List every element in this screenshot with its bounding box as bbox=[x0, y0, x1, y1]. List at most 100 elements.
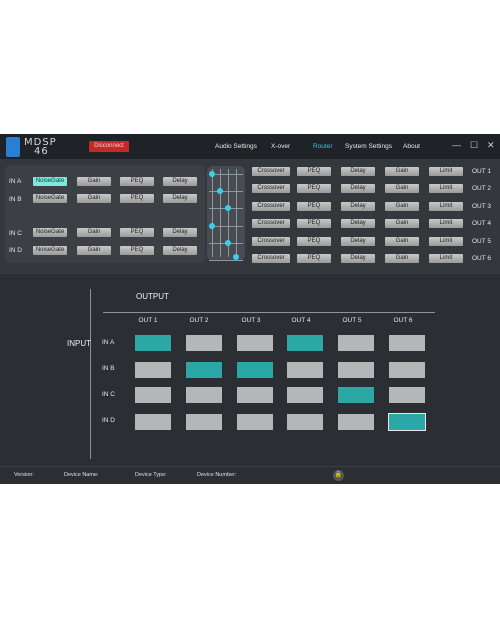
matrix-cell[interactable] bbox=[389, 387, 425, 403]
gain-button[interactable]: Gain bbox=[385, 202, 419, 211]
matrix-cell[interactable] bbox=[186, 362, 222, 378]
limit-button[interactable]: Limit bbox=[429, 184, 463, 193]
matrix-cell[interactable] bbox=[186, 335, 222, 351]
route-node-icon[interactable] bbox=[217, 188, 223, 194]
matrix-cell[interactable] bbox=[135, 414, 171, 430]
column-header: OUT 2 bbox=[189, 317, 209, 324]
tab-audio-settings[interactable]: Audio Settings bbox=[215, 143, 257, 150]
noisegate-button[interactable]: NoiseGate bbox=[33, 177, 67, 186]
gain-button[interactable]: Gain bbox=[385, 254, 419, 263]
peq-button[interactable]: PEQ bbox=[297, 167, 331, 176]
gain-button[interactable]: Gain bbox=[77, 177, 111, 186]
matrix-cell[interactable] bbox=[338, 362, 374, 378]
matrix-cell[interactable] bbox=[287, 387, 323, 403]
route-node-icon[interactable] bbox=[225, 240, 231, 246]
delay-button[interactable]: Delay bbox=[341, 254, 375, 263]
usb-icon bbox=[6, 137, 20, 157]
matrix-cell[interactable] bbox=[237, 414, 273, 430]
limit-button[interactable]: Limit bbox=[429, 254, 463, 263]
limit-button[interactable]: Limit bbox=[429, 219, 463, 228]
column-header: OUT 3 bbox=[241, 317, 261, 324]
delay-button[interactable]: Delay bbox=[341, 237, 375, 246]
matrix-cell[interactable] bbox=[388, 413, 426, 431]
gain-button[interactable]: Gain bbox=[385, 237, 419, 246]
matrix-cell[interactable] bbox=[135, 387, 171, 403]
close-icon[interactable]: ✕ bbox=[487, 140, 495, 150]
matrix-cell[interactable] bbox=[135, 362, 171, 378]
row-header: IN B bbox=[102, 365, 115, 372]
route-node-icon[interactable] bbox=[233, 254, 239, 260]
peq-button[interactable]: PEQ bbox=[120, 194, 154, 203]
route-node-icon[interactable] bbox=[225, 205, 231, 211]
crossover-button[interactable]: Crossover bbox=[252, 184, 290, 193]
limit-button[interactable]: Limit bbox=[429, 202, 463, 211]
title-bar: MDSP 46 Disconnect Audio Settings X-over… bbox=[0, 134, 500, 159]
lock-icon[interactable]: 🔒 bbox=[333, 470, 344, 481]
matrix-cell[interactable] bbox=[186, 414, 222, 430]
peq-button[interactable]: PEQ bbox=[297, 184, 331, 193]
tab-system-settings[interactable]: System Settings bbox=[345, 143, 392, 150]
gain-button[interactable]: Gain bbox=[385, 167, 419, 176]
matrix-cell[interactable] bbox=[237, 387, 273, 403]
peq-button[interactable]: PEQ bbox=[297, 219, 331, 228]
matrix-cell[interactable] bbox=[287, 362, 323, 378]
limit-button[interactable]: Limit bbox=[429, 167, 463, 176]
maximize-icon[interactable]: ☐ bbox=[470, 140, 478, 150]
delay-button[interactable]: Delay bbox=[163, 228, 197, 237]
matrix-cell[interactable] bbox=[287, 335, 323, 351]
delay-button[interactable]: Delay bbox=[163, 246, 197, 255]
gain-button[interactable]: Gain bbox=[77, 194, 111, 203]
delay-button[interactable]: Delay bbox=[341, 167, 375, 176]
matrix-cell[interactable] bbox=[287, 414, 323, 430]
delay-button[interactable]: Delay bbox=[163, 177, 197, 186]
matrix-cell[interactable] bbox=[338, 335, 374, 351]
matrix-cell[interactable] bbox=[186, 387, 222, 403]
column-header: OUT 5 bbox=[342, 317, 362, 324]
gain-button[interactable]: Gain bbox=[385, 219, 419, 228]
matrix-cell[interactable] bbox=[389, 362, 425, 378]
output-heading: OUTPUT bbox=[136, 292, 169, 301]
crossover-button[interactable]: Crossover bbox=[252, 254, 290, 263]
delay-button[interactable]: Delay bbox=[341, 184, 375, 193]
peq-button[interactable]: PEQ bbox=[297, 202, 331, 211]
crossover-button[interactable]: Crossover bbox=[252, 202, 290, 211]
matrix-cell[interactable] bbox=[338, 387, 374, 403]
matrix-divider-horizontal bbox=[103, 312, 435, 313]
peq-button[interactable]: PEQ bbox=[120, 228, 154, 237]
gain-button[interactable]: Gain bbox=[77, 246, 111, 255]
peq-button[interactable]: PEQ bbox=[297, 237, 331, 246]
matrix-cell[interactable] bbox=[338, 414, 374, 430]
delay-button[interactable]: Delay bbox=[341, 202, 375, 211]
gain-button[interactable]: Gain bbox=[77, 228, 111, 237]
crossover-button[interactable]: Crossover bbox=[252, 219, 290, 228]
delay-button[interactable]: Delay bbox=[163, 194, 197, 203]
peq-button[interactable]: PEQ bbox=[120, 177, 154, 186]
matrix-cell[interactable] bbox=[237, 335, 273, 351]
crossover-button[interactable]: Crossover bbox=[252, 237, 290, 246]
tab-x-over[interactable]: X-over bbox=[271, 143, 290, 150]
tab-about[interactable]: About bbox=[403, 143, 420, 150]
column-header: OUT 1 bbox=[138, 317, 158, 324]
input-label: IN A bbox=[9, 178, 22, 185]
matrix-cell[interactable] bbox=[135, 335, 171, 351]
route-node-icon[interactable] bbox=[209, 223, 215, 229]
gain-button[interactable]: Gain bbox=[385, 184, 419, 193]
matrix-cell[interactable] bbox=[389, 335, 425, 351]
crossover-button[interactable]: Crossover bbox=[252, 167, 290, 176]
tab-router[interactable]: Router bbox=[313, 143, 333, 150]
peq-button[interactable]: PEQ bbox=[120, 246, 154, 255]
limit-button[interactable]: Limit bbox=[429, 237, 463, 246]
noisegate-button[interactable]: NoiseGate bbox=[33, 194, 67, 203]
route-node-icon[interactable] bbox=[209, 171, 215, 177]
noisegate-button[interactable]: NoiseGate bbox=[33, 228, 67, 237]
row-header: IN A bbox=[102, 339, 115, 346]
row-header: IN D bbox=[102, 417, 115, 424]
disconnect-button[interactable]: Disconnect bbox=[89, 141, 129, 152]
matrix-cell[interactable] bbox=[237, 362, 273, 378]
device-type-label: Device Type: bbox=[135, 472, 167, 478]
noisegate-button[interactable]: NoiseGate bbox=[33, 246, 67, 255]
logo-subtext: 46 bbox=[34, 146, 49, 157]
peq-button[interactable]: PEQ bbox=[297, 254, 331, 263]
minimize-icon[interactable]: — bbox=[452, 140, 461, 150]
delay-button[interactable]: Delay bbox=[341, 219, 375, 228]
